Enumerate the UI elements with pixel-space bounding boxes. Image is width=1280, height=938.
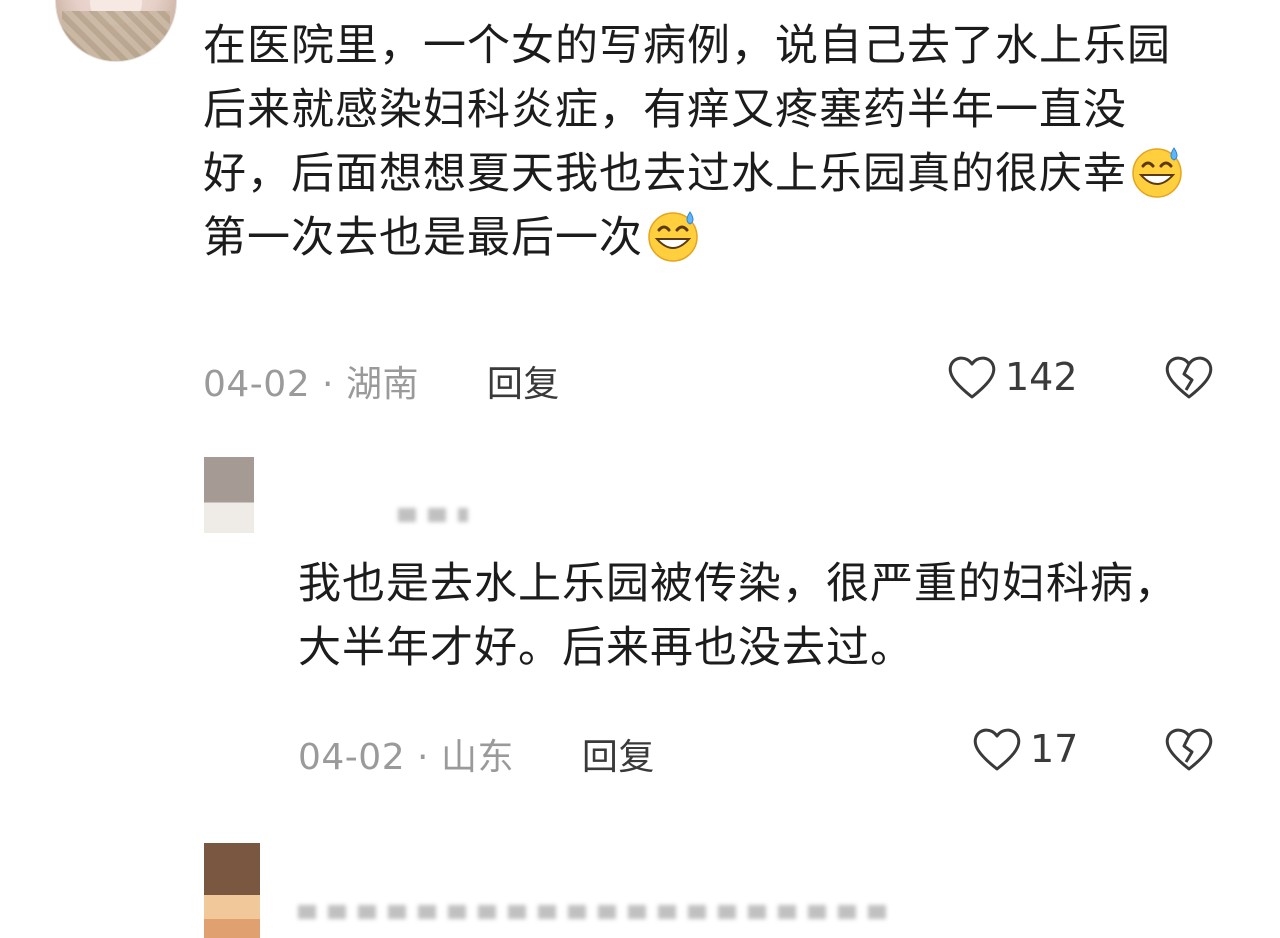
grinning-sweat-emoji-icon bbox=[1132, 147, 1182, 198]
username-blurred bbox=[398, 508, 468, 522]
comment-location: 湖南 bbox=[345, 364, 419, 405]
broken-heart-icon[interactable] bbox=[1162, 350, 1216, 404]
comment-text-part: 第一次去也是最后一次 bbox=[203, 213, 643, 263]
reply-button[interactable]: 回复 bbox=[582, 737, 655, 778]
avatar[interactable] bbox=[55, 0, 177, 62]
meta-separator: · bbox=[405, 737, 441, 778]
comment-date: 04-02 bbox=[203, 364, 311, 405]
comment-text-part: 在医院里，一个女的写病例，说自己去了水上乐园后来就感染妇科炎症，有痒又疼塞药半年… bbox=[203, 21, 1171, 199]
comment-text: 我也是去水上乐园被传染，很严重的妇科病，大半年才好。后来再也没去过。 bbox=[298, 559, 1178, 673]
like-count: 17 bbox=[1030, 727, 1079, 771]
avatar[interactable] bbox=[204, 843, 260, 938]
avatar-scarf bbox=[62, 11, 170, 61]
like-button[interactable]: 17 bbox=[970, 722, 1078, 776]
like-count: 142 bbox=[1005, 355, 1078, 399]
comment-meta: 04-02 · 湖南 回复 bbox=[203, 355, 560, 407]
reply-button[interactable]: 回复 bbox=[487, 364, 560, 405]
comment-location: 山东 bbox=[440, 737, 514, 778]
meta-separator: · bbox=[310, 364, 346, 405]
grinning-sweat-emoji-icon bbox=[648, 211, 698, 262]
comment-meta: 04-02 · 山东 回复 bbox=[298, 728, 655, 780]
avatar[interactable] bbox=[204, 457, 254, 533]
heart-outline-icon bbox=[948, 356, 996, 399]
comment-date: 04-02 bbox=[298, 737, 406, 778]
comment-text: 在医院里，一个女的写病例，说自己去了水上乐园后来就感染妇科炎症，有痒又疼塞药半年… bbox=[203, 14, 1213, 270]
broken-heart-icon[interactable] bbox=[1162, 722, 1216, 776]
like-button[interactable]: 142 bbox=[945, 350, 1078, 404]
heart-outline-icon bbox=[973, 728, 1021, 771]
username-blurred bbox=[298, 905, 898, 919]
